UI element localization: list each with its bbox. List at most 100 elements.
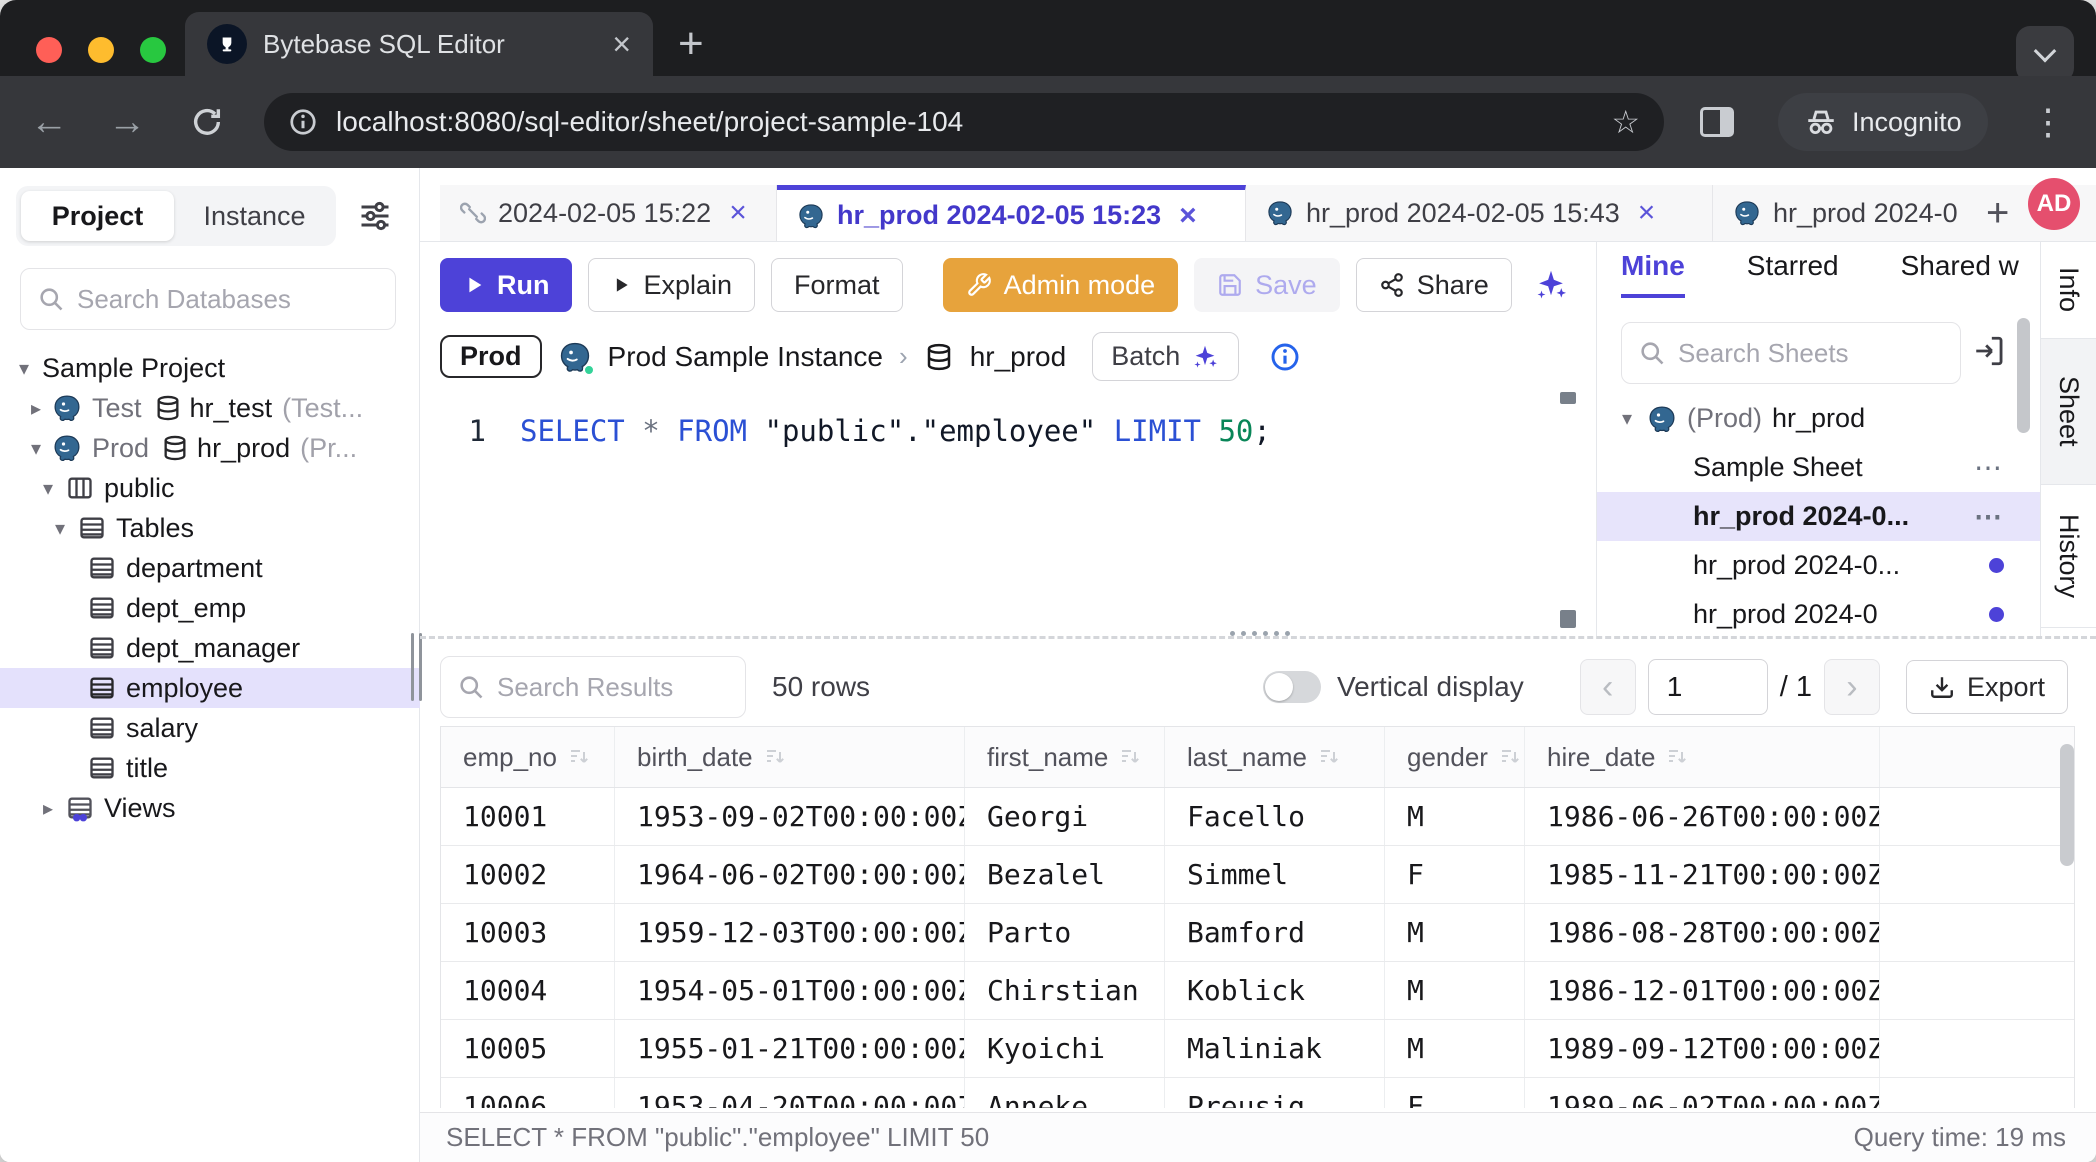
cell-last-name[interactable]: Facello: [1165, 788, 1385, 845]
caret-down-icon[interactable]: ▾: [26, 436, 46, 461]
cell-birth-date[interactable]: 1954-05-01T00:00:00Z: [615, 962, 965, 1019]
cell-emp-no[interactable]: 10001: [441, 788, 615, 845]
tree-item-tables-group[interactable]: ▾ Tables: [0, 508, 420, 548]
filter-settings-icon[interactable]: [357, 198, 393, 234]
tab-shared[interactable]: Shared w: [1901, 250, 2019, 298]
caret-right-icon[interactable]: ▸: [26, 396, 46, 421]
sort-icon[interactable]: [567, 745, 591, 769]
tab-history[interactable]: History: [2041, 485, 2096, 628]
cell-first-name[interactable]: Bezalel: [965, 846, 1165, 903]
cell-gender[interactable]: M: [1385, 904, 1525, 961]
share-button[interactable]: Share: [1356, 258, 1512, 312]
cell-last-name[interactable]: Simmel: [1165, 846, 1385, 903]
database-search-input[interactable]: [77, 284, 379, 315]
batch-button[interactable]: Batch: [1092, 332, 1239, 381]
address-bar[interactable]: localhost:8080/sql-editor/sheet/project-…: [264, 93, 1664, 151]
sheet-list-scrollbar[interactable]: [2017, 318, 2030, 433]
table-row[interactable]: 10005 1955-01-21T00:00:00Z Kyoichi Malin…: [441, 1020, 2074, 1078]
export-button[interactable]: Export: [1906, 660, 2068, 714]
minimize-window-button[interactable]: [88, 37, 114, 63]
cell-hire-date[interactable]: 1986-08-28T00:00:00Z: [1525, 904, 1880, 961]
tab-search-button[interactable]: [2016, 26, 2074, 82]
sql-code-area[interactable]: 1 SELECT * FROM "public"."employee" LIMI…: [440, 400, 1596, 636]
explain-button[interactable]: Explain: [588, 258, 755, 312]
close-worksheet-icon[interactable]: ×: [1179, 199, 1197, 233]
cell-last-name[interactable]: Preusig: [1165, 1078, 1385, 1108]
tab-project[interactable]: Project: [21, 191, 174, 241]
cell-birth-date[interactable]: 1953-09-02T00:00:00Z: [615, 788, 965, 845]
back-button[interactable]: ←: [30, 101, 68, 144]
caret-down-icon[interactable]: ▾: [1617, 406, 1637, 431]
cell-gender[interactable]: M: [1385, 788, 1525, 845]
sheet-item-unsaved-2[interactable]: hr_prod 2024-0: [1597, 590, 2040, 636]
run-button[interactable]: Run: [440, 258, 572, 312]
user-avatar[interactable]: AD: [2028, 178, 2080, 230]
caret-down-icon[interactable]: ▾: [38, 476, 58, 501]
results-scrollbar[interactable]: [2060, 744, 2074, 866]
new-tab-button[interactable]: +: [678, 22, 704, 66]
table-row-clipped[interactable]: 10006 1953-04-20T00:00:00Z Anneke Preusi…: [441, 1078, 2074, 1108]
results-search-input[interactable]: [497, 672, 729, 703]
cell-hire-date[interactable]: 1986-06-26T00:00:00Z: [1525, 788, 1880, 845]
close-worksheet-icon[interactable]: ×: [1638, 196, 1656, 230]
cell-last-name[interactable]: Maliniak: [1165, 1020, 1385, 1077]
table-row[interactable]: 10002 1964-06-02T00:00:00Z Bezalel Simme…: [441, 846, 2074, 904]
cell-emp-no[interactable]: 10002: [441, 846, 615, 903]
tree-item-hr-test[interactable]: ▸ Test hr_test (Test...: [0, 388, 420, 428]
url-text[interactable]: localhost:8080/sql-editor/sheet/project-…: [336, 106, 1593, 138]
bookmark-star-icon[interactable]: ☆: [1611, 103, 1640, 141]
sort-icon[interactable]: [1498, 745, 1522, 769]
sheet-item-sample[interactable]: Sample Sheet ⋯: [1597, 443, 2040, 492]
cell-first-name[interactable]: Georgi: [965, 788, 1165, 845]
table-row[interactable]: 10004 1954-05-01T00:00:00Z Chirstian Kob…: [441, 962, 2074, 1020]
cell-gender[interactable]: F: [1385, 1078, 1525, 1108]
sort-icon[interactable]: [1665, 745, 1689, 769]
cell-emp-no[interactable]: 10003: [441, 904, 615, 961]
caret-down-icon[interactable]: ▾: [14, 356, 34, 381]
reload-button[interactable]: [190, 105, 224, 139]
tab-starred[interactable]: Starred: [1747, 250, 1839, 298]
tab-sheet[interactable]: Sheet: [2041, 339, 2096, 485]
tree-item-table-department[interactable]: department: [0, 548, 420, 588]
sheet-group-hr-prod[interactable]: ▾ (Prod) hr_prod: [1597, 394, 2040, 443]
column-header-last-name[interactable]: last_name: [1165, 727, 1385, 787]
zoom-window-button[interactable]: [140, 37, 166, 63]
tree-item-table-dept-manager[interactable]: dept_manager: [0, 628, 420, 668]
caret-down-icon[interactable]: ▾: [50, 516, 70, 541]
worksheet-tab-1[interactable]: 2024-02-05 15:22 ×: [440, 185, 777, 241]
save-button[interactable]: Save: [1194, 258, 1340, 312]
cell-hire-date[interactable]: 1986-12-01T00:00:00Z: [1525, 962, 1880, 1019]
tree-item-hr-prod[interactable]: ▾ Prod hr_prod (Pr...: [0, 428, 420, 468]
cell-hire-date[interactable]: 1985-11-21T00:00:00Z: [1525, 846, 1880, 903]
cell-last-name[interactable]: Koblick: [1165, 962, 1385, 1019]
sheet-item-unsaved-1[interactable]: hr_prod 2024-0...: [1597, 541, 2040, 590]
tree-item-table-title[interactable]: title: [0, 748, 420, 788]
cell-first-name[interactable]: Parto: [965, 904, 1165, 961]
database-name[interactable]: hr_prod: [970, 341, 1067, 373]
sheet-search-input[interactable]: [1678, 338, 1944, 369]
tree-item-table-employee[interactable]: employee: [0, 668, 420, 708]
prev-page-button[interactable]: ‹: [1580, 659, 1636, 715]
vertical-display-toggle[interactable]: [1263, 671, 1321, 703]
column-header-hire-date[interactable]: hire_date: [1525, 727, 1880, 787]
panel-resize-handle[interactable]: [420, 636, 2096, 648]
close-tab-icon[interactable]: ×: [612, 28, 631, 60]
format-button[interactable]: Format: [771, 258, 903, 312]
sort-icon[interactable]: [1118, 745, 1142, 769]
forward-button[interactable]: →: [108, 101, 146, 144]
worksheet-tab-4[interactable]: hr_prod 2024-0: [1713, 185, 1970, 241]
column-header-gender[interactable]: gender: [1385, 727, 1525, 787]
cell-birth-date[interactable]: 1959-12-03T00:00:00Z: [615, 904, 965, 961]
page-number-input[interactable]: [1648, 659, 1768, 715]
tab-mine[interactable]: Mine: [1621, 250, 1685, 298]
tree-item-views-group[interactable]: ▸ Views: [0, 788, 420, 828]
cell-emp-no[interactable]: 10005: [441, 1020, 615, 1077]
column-header-first-name[interactable]: first_name: [965, 727, 1165, 787]
column-header-birth-date[interactable]: birth_date: [615, 727, 965, 787]
close-worksheet-icon[interactable]: ×: [729, 196, 747, 230]
column-header-emp-no[interactable]: emp_no: [441, 727, 615, 787]
tree-item-schema-public[interactable]: ▾ public: [0, 468, 420, 508]
cell-first-name[interactable]: Kyoichi: [965, 1020, 1165, 1077]
worksheet-tab-2-active[interactable]: hr_prod 2024-02-05 15:23 ×: [777, 185, 1246, 241]
cell-hire-date[interactable]: 1989-06-02T00:00:00Z: [1525, 1078, 1880, 1108]
